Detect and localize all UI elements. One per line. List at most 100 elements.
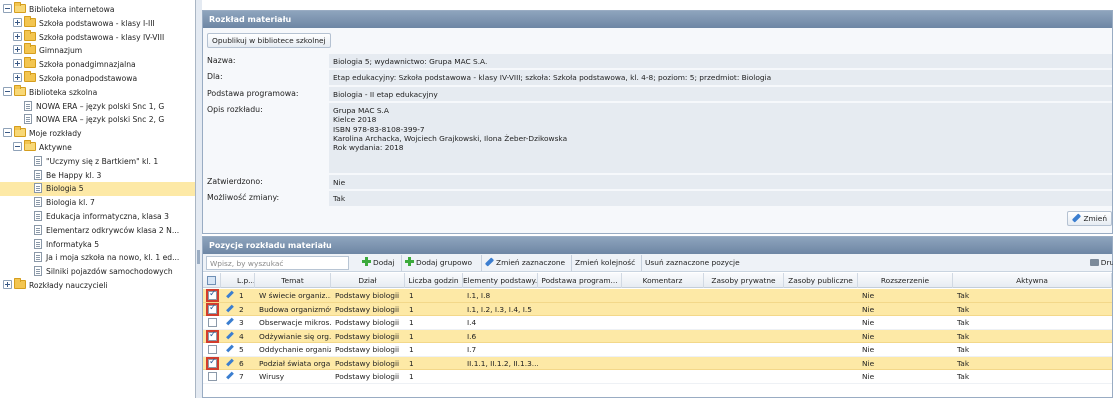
expand-icon[interactable] — [13, 45, 22, 55]
tree-node[interactable]: Informatyka 5 — [0, 238, 195, 252]
edit-selected-button[interactable]: Zmień zaznaczone — [481, 255, 568, 271]
pencil-icon — [1072, 213, 1082, 223]
table-row[interactable]: 6 Podział świata orga... Podstawy biologii… — [203, 356, 1112, 370]
tree-node[interactable]: Biologia 5 — [0, 182, 195, 197]
tree-node[interactable]: "Uczymy się z Bartkiem" kl. 1 — [0, 155, 195, 169]
tree-node[interactable]: Rozkłady nauczycieli — [0, 277, 195, 293]
expand-icon[interactable] — [13, 72, 22, 82]
expand-icon[interactable] — [3, 279, 12, 289]
row-checkbox[interactable] — [208, 345, 217, 354]
cell-temat: Obserwacje mikros... — [259, 318, 331, 327]
folder-icon — [24, 139, 36, 151]
column-header[interactable]: Aktywna — [953, 273, 1112, 288]
tree-node[interactable]: Szkoła ponadpodstawowa — [0, 70, 195, 86]
cell-akt: Tak — [957, 291, 970, 300]
table-row[interactable]: 1 W świecie organiz... Podstawy biologii 1 I… — [203, 289, 1112, 303]
table-row[interactable]: 4 Odżywianie się org... Podstawy biologii 1… — [203, 329, 1112, 344]
tree-node[interactable]: Szkoła ponadgimnazjalna — [0, 57, 195, 72]
column-header-label: Rozszerzenie — [880, 276, 930, 285]
cell-lp: 1 — [239, 291, 244, 300]
expand-icon[interactable] — [13, 31, 22, 41]
tree-node[interactable]: Szkoła podstawowa - klasy I-III — [0, 15, 195, 31]
printer-icon — [1089, 259, 1099, 266]
cell-dzial: Podstawy biologii — [335, 331, 400, 341]
column-header[interactable]: Rozszerzenie — [858, 273, 953, 288]
tree-node[interactable]: Elementarz odkrywców klasa 2 N... — [0, 224, 195, 238]
tree-node[interactable]: Szkoła podstawowa - klasy IV-VIII — [0, 29, 195, 45]
cell-lp: 7 — [239, 372, 244, 381]
description-label: Opis rozkładu: — [207, 105, 263, 114]
tree-node[interactable]: Moje rozkłady — [0, 126, 195, 141]
document-icon — [34, 252, 42, 263]
cell-pp — [538, 303, 622, 317]
print-button[interactable]: Drukuj — [1087, 255, 1113, 271]
cell-rozsz: Nie — [862, 372, 875, 381]
add-button[interactable]: Dodaj — [359, 255, 398, 271]
publish-to-school-library-button[interactable]: Opublikuj w bibliotece szkolnej — [207, 33, 331, 48]
row-checkbox[interactable] — [208, 357, 217, 368]
cell-elem — [463, 370, 538, 384]
tree-node-label: Gimnazjum — [39, 46, 83, 56]
column-header[interactable]: Temat — [255, 273, 331, 288]
tree-node[interactable]: Biblioteka szkolna — [0, 84, 195, 100]
tree-node[interactable]: Edukacja informatyczna, klasa 3 — [0, 210, 195, 224]
cell-pp — [538, 330, 622, 344]
cell-dzial: Podstawy biologii — [335, 345, 400, 354]
editable-label: Możliwość zmiany: — [207, 193, 280, 202]
add-group-button[interactable]: Dodaj grupowo — [401, 255, 475, 271]
tree-node[interactable]: Ja i moja szkoła na nowo, kl. 1 ed... — [0, 251, 195, 265]
cell-kom — [622, 370, 704, 384]
column-header[interactable]: Komentarz — [622, 273, 704, 288]
delete-selected-label: Usuń zaznaczone pozycje — [645, 258, 740, 267]
row-checkbox[interactable] — [208, 372, 217, 381]
table-row[interactable]: 3 Obserwacje mikros... Podstawy biologii 1 I… — [203, 316, 1112, 330]
select-all-header[interactable] — [203, 273, 221, 288]
column-header[interactable]: Podstawa program... — [538, 273, 622, 288]
column-header[interactable]: Zasoby prywatne — [704, 273, 784, 288]
collapse-icon[interactable] — [3, 128, 12, 138]
tree-node-label: Elementarz odkrywców klasa 2 N... — [46, 225, 180, 235]
edit-selected-label: Zmień zaznaczone — [496, 258, 566, 267]
collapse-icon[interactable] — [3, 86, 12, 96]
row-checkbox[interactable] — [208, 289, 217, 300]
column-header-label: Aktywna — [1016, 276, 1048, 285]
table-row[interactable]: 2 Budowa organizmów Podstawy biologii 1 I.1,… — [203, 302, 1112, 317]
column-header[interactable]: Liczba godzin — [405, 273, 463, 288]
reorder-button[interactable]: Zmień kolejność — [571, 255, 638, 271]
table-row[interactable]: 7 Wirusy Podstawy biologii 1 Nie Tak — [203, 370, 1112, 384]
select-all-icon[interactable] — [207, 276, 216, 285]
cell-rozsz: Nie — [862, 304, 875, 314]
cell-zp — [704, 316, 784, 330]
tree-node[interactable]: Gimnazjum — [0, 43, 195, 58]
column-header[interactable]: Dział — [331, 273, 405, 288]
table-row[interactable]: 5 Oddychanie organiz... Podstawy biologii 1… — [203, 343, 1112, 357]
grid-header: L.p...^ Temat Dział Liczba godzin Elementy p… — [203, 273, 1112, 288]
search-input[interactable] — [206, 256, 349, 270]
tree-node[interactable]: Biologia kl. 7 — [0, 196, 195, 210]
tree-node[interactable]: Biblioteka internetowa — [0, 2, 195, 17]
expand-icon[interactable] — [13, 17, 22, 27]
column-header[interactable]: Zasoby publiczne — [784, 273, 858, 288]
row-checkbox[interactable] — [208, 330, 217, 341]
tree-node[interactable]: Silniki pojazdów samochodowych — [0, 265, 195, 279]
column-header[interactable]: L.p...^ — [221, 273, 255, 288]
delete-selected-button[interactable]: Usuń zaznaczone pozycje — [641, 255, 743, 271]
row-checkbox[interactable] — [208, 303, 217, 314]
column-header-label: Dział — [358, 276, 377, 285]
grid-toolbar: Dodaj Dodaj grupowo Zmień zaznaczone Zmi… — [203, 254, 1113, 272]
cell-akt: Tak — [957, 331, 970, 341]
name-value: Biologia 5; wydawnictwo: Grupa MAC S.A. — [329, 54, 1112, 69]
tree-node[interactable]: Be Happy kl. 3 — [0, 169, 195, 183]
expand-icon[interactable] — [13, 59, 22, 69]
column-header[interactable]: Elementy podstawy... — [463, 273, 538, 288]
cell-dzial: Podstawy biologii — [335, 304, 400, 314]
change-button[interactable]: Zmień — [1067, 211, 1112, 226]
collapse-icon[interactable] — [13, 141, 22, 151]
tree-node[interactable]: NOWA ERA – język polski Snc 1, G — [0, 100, 195, 114]
tree-node[interactable]: Aktywne — [0, 139, 195, 155]
collapse-icon[interactable] — [3, 4, 12, 13]
tree-node[interactable]: NOWA ERA – język polski Snc 2, G — [0, 113, 195, 127]
row-checkbox[interactable] — [208, 318, 217, 327]
cell-lp: 5 — [239, 345, 244, 354]
approved-label: Zatwierdzono: — [207, 177, 263, 186]
